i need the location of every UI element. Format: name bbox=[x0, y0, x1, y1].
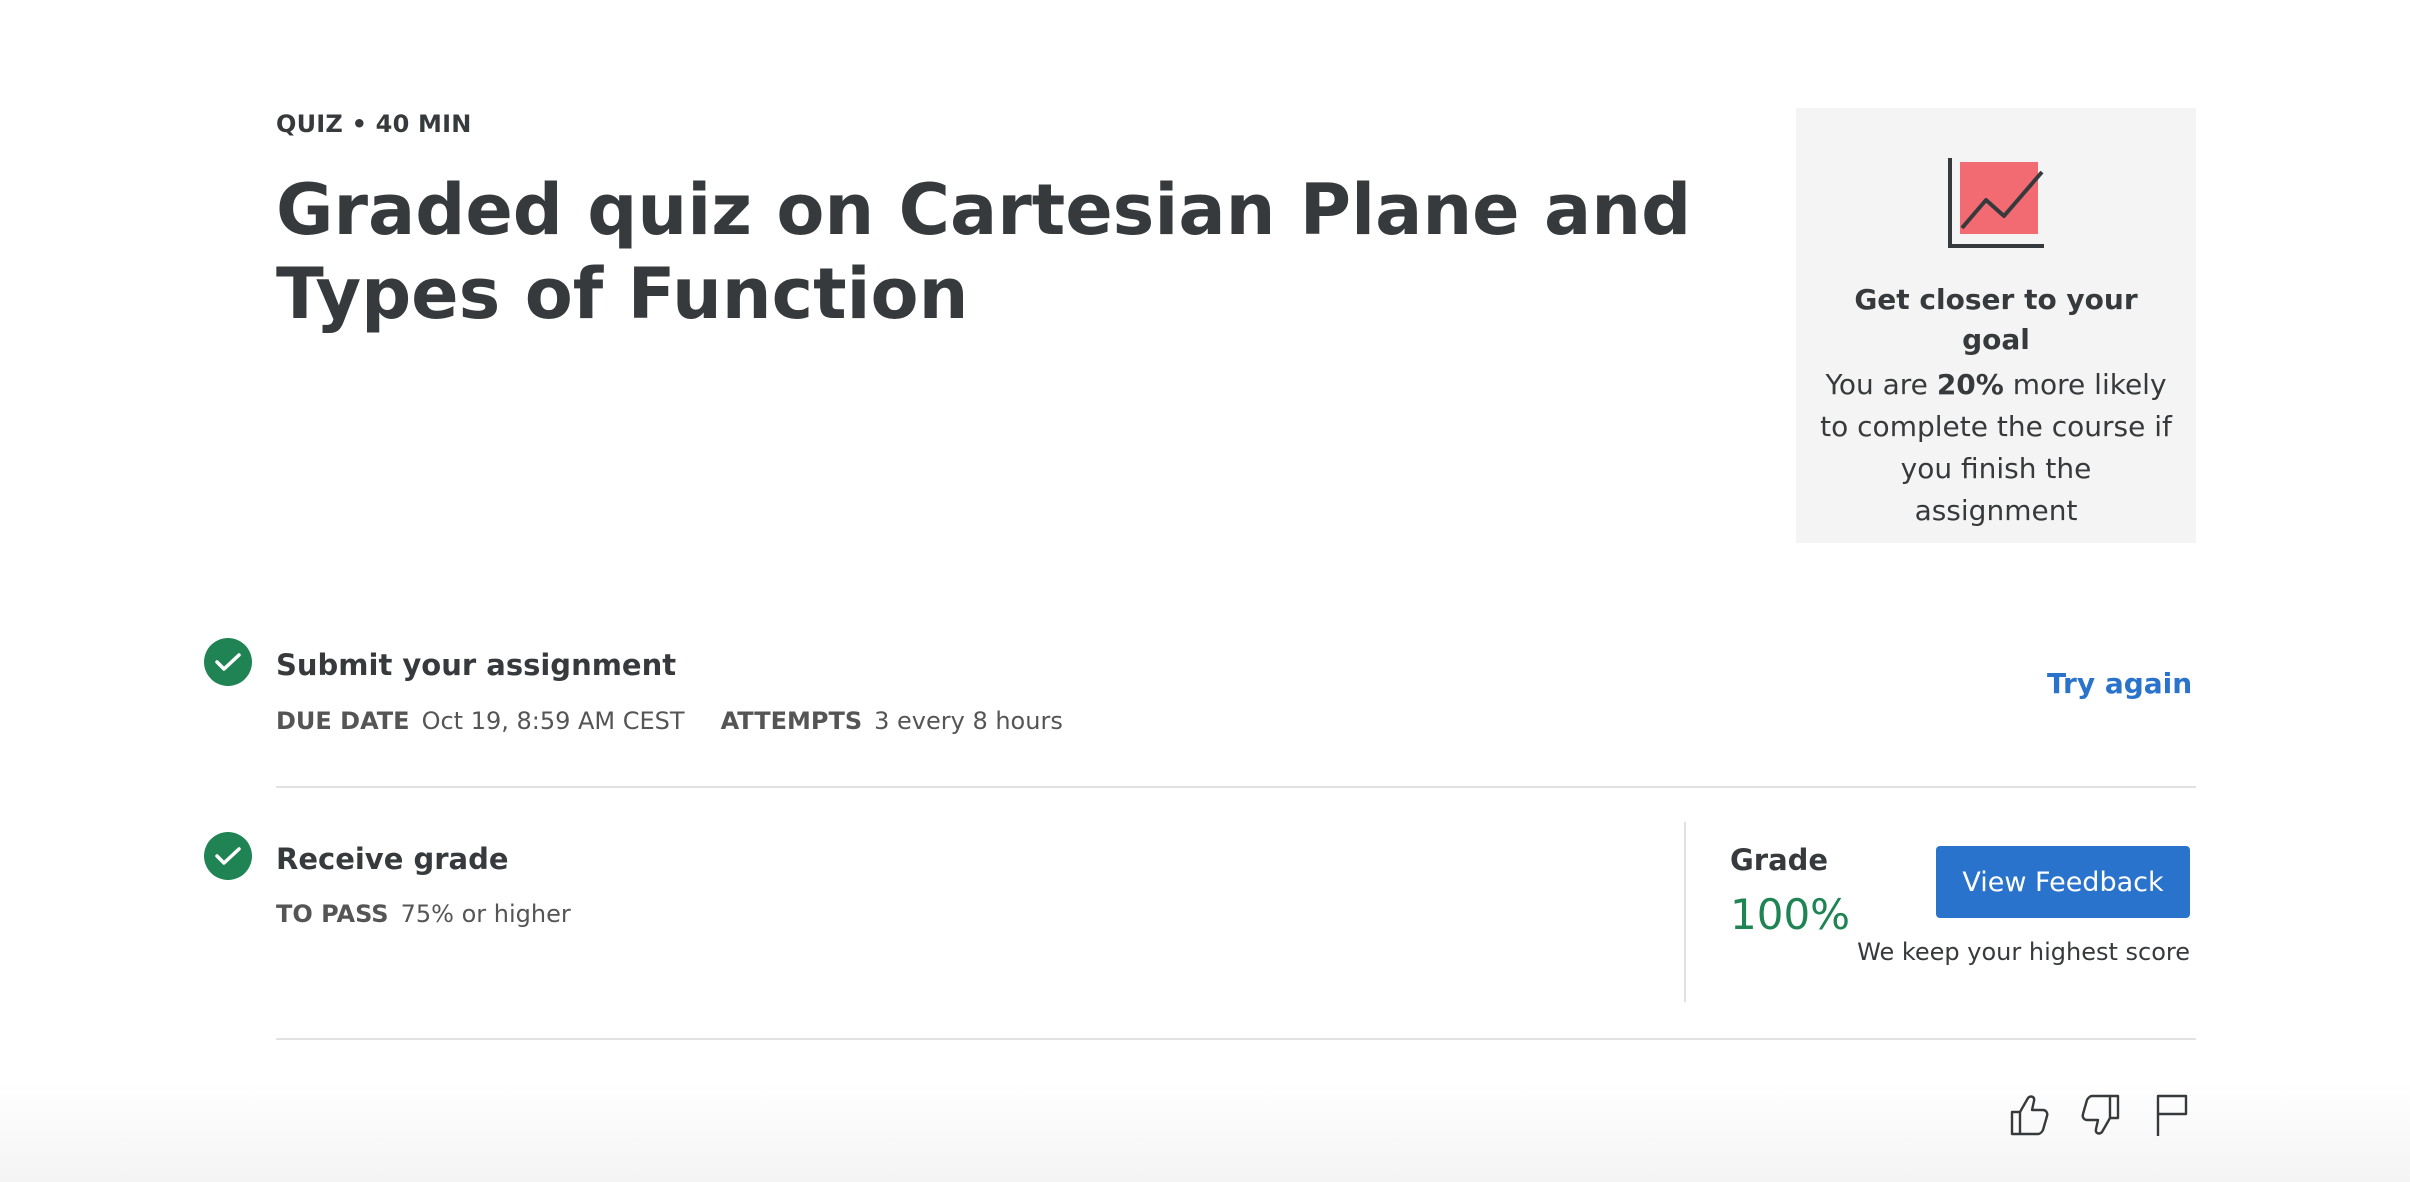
goal-card: Get closer to your goal You are 20% more… bbox=[1796, 108, 2196, 543]
item-type-eyebrow: QUIZ • 40 MIN bbox=[276, 110, 472, 138]
thumbs-down-icon[interactable] bbox=[2076, 1090, 2126, 1140]
line-chart-icon bbox=[1948, 158, 2044, 248]
assignment-page: QUIZ • 40 MIN Graded quiz on Cartesian P… bbox=[0, 0, 2410, 1182]
to-pass-label: TO PASS bbox=[276, 900, 389, 928]
try-again-link[interactable]: Try again bbox=[2047, 667, 2192, 700]
to-pass-value: 75% or higher bbox=[400, 900, 571, 928]
due-date-label: DUE DATE bbox=[276, 707, 410, 735]
thumbs-up-icon[interactable] bbox=[2004, 1090, 2054, 1140]
submit-meta: DUE DATE Oct 19, 8:59 AM CEST ATTEMPTS 3 ev… bbox=[276, 707, 1099, 735]
submit-assignment-title: Submit your assignment bbox=[276, 648, 677, 682]
grade-value: 100% bbox=[1730, 890, 1851, 939]
goal-text: You are 20% more likely to complete the … bbox=[1820, 364, 2172, 532]
page-title: Graded quiz on Cartesian Plane and Types… bbox=[276, 169, 1692, 335]
submit-complete-check-icon bbox=[204, 638, 252, 686]
due-date-value: Oct 19, 8:59 AM CEST bbox=[421, 707, 685, 735]
grade-label: Grade bbox=[1730, 843, 1829, 877]
attempts-value: 3 every 8 hours bbox=[874, 707, 1063, 735]
flag-icon[interactable] bbox=[2148, 1090, 2198, 1140]
view-feedback-button[interactable]: View Feedback bbox=[1936, 846, 2190, 918]
pass-meta: TO PASS 75% or higher bbox=[276, 900, 607, 928]
keep-highest-score-note: We keep your highest score bbox=[1857, 938, 2190, 966]
goal-text-prefix: You are bbox=[1825, 368, 1937, 401]
row-divider bbox=[276, 786, 2196, 788]
row-divider-bottom bbox=[276, 1038, 2196, 1040]
goal-heading: Get closer to your goal bbox=[1854, 283, 2138, 356]
grade-complete-check-icon bbox=[204, 832, 252, 880]
grade-vertical-divider bbox=[1684, 822, 1686, 1002]
receive-grade-title: Receive grade bbox=[276, 842, 509, 876]
goal-text-percent: 20% bbox=[1936, 368, 2004, 401]
attempts-label: ATTEMPTS bbox=[720, 707, 863, 735]
